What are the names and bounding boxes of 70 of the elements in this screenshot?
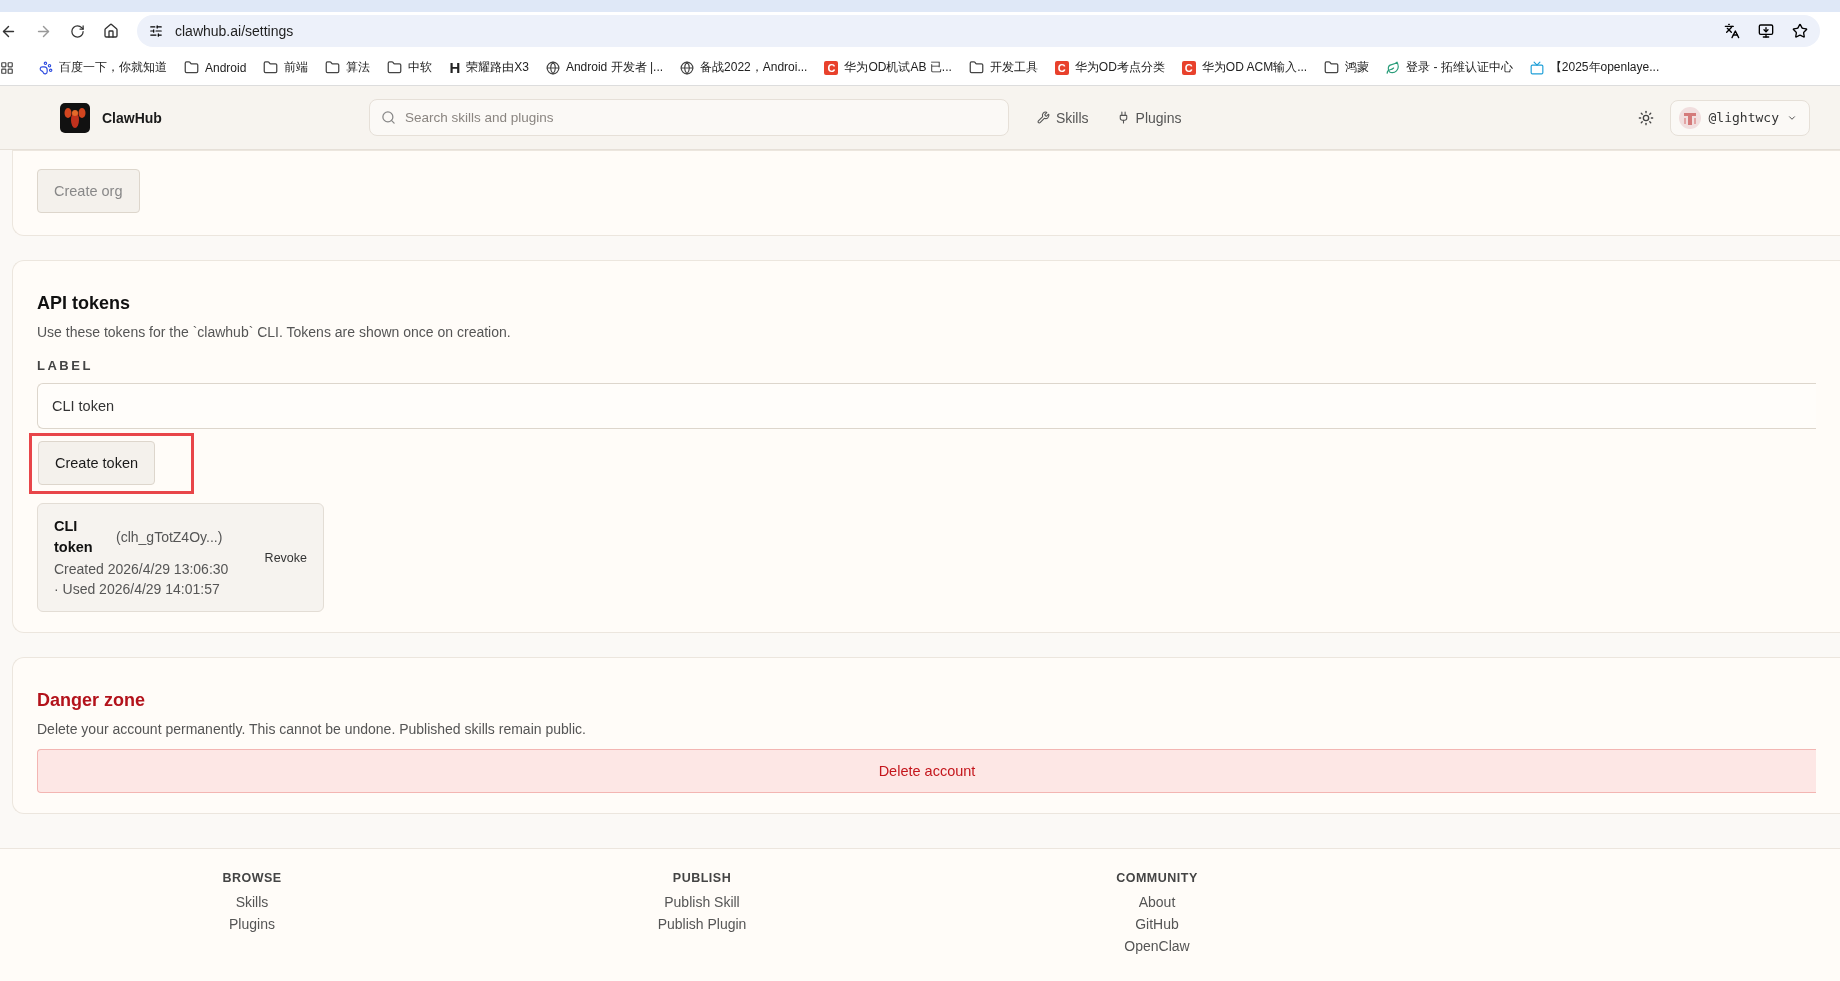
letter-logo-icon: C <box>1054 60 1069 75</box>
bookmark-star-icon[interactable] <box>1792 23 1808 39</box>
folder-icon <box>184 60 199 75</box>
brand-name[interactable]: ClawHub <box>102 109 162 126</box>
globe-icon <box>680 60 695 75</box>
letter-icon: H <box>449 59 461 76</box>
address-bar[interactable]: clawhub.ai/settings <box>137 15 1820 47</box>
avatar-icon <box>1678 106 1701 129</box>
bookmark-item[interactable]: 前端 <box>263 59 309 76</box>
section-description: Use these tokens for the `clawhub` CLI. Tokens are shown once on creation. <box>37 324 511 340</box>
tv-icon <box>1529 60 1544 75</box>
folder-icon <box>387 60 403 75</box>
token-name: CLI token <box>54 517 94 557</box>
bookmark-item[interactable]: Android <box>184 60 247 75</box>
label-input-field[interactable]: CLI token <box>37 383 1816 429</box>
search-field[interactable]: Search skills and plugins <box>368 99 1009 136</box>
bookmark-item[interactable]: Android 开发者 |... <box>545 59 664 76</box>
footer-link[interactable]: GitHub <box>1135 916 1179 932</box>
search-icon <box>380 110 396 125</box>
folder-icon <box>263 60 279 75</box>
leaf-icon <box>1386 60 1401 75</box>
lobster-logo-icon[interactable] <box>60 102 90 133</box>
field-label: LABEL <box>37 358 93 373</box>
delete-account-button[interactable]: Delete account <box>37 749 1816 793</box>
bookmark-item[interactable]: 【2025年openlaye... <box>1529 59 1660 76</box>
footer-link[interactable]: Publish Plugin <box>657 916 747 932</box>
footer-link[interactable]: Plugins <box>229 916 275 932</box>
footer-heading: COMMUNITY <box>1116 871 1198 885</box>
bookmark-item[interactable]: 中软 <box>387 59 433 76</box>
footer-link[interactable]: Skills <box>235 894 269 910</box>
wrench-icon <box>1036 111 1050 124</box>
bookmark-item[interactable]: 备战2022，Androi... <box>680 59 808 76</box>
token-prefix: (clh_gTotZ4Oy...) <box>116 529 223 545</box>
bookmark-item[interactable]: C 华为OD机试AB 已... <box>824 59 952 76</box>
footer-link[interactable]: OpenClaw <box>1124 938 1190 954</box>
bookmark-item[interactable]: 开发工具 <box>968 59 1038 76</box>
letter-logo-icon: C <box>1181 60 1196 75</box>
folder-icon <box>1324 60 1340 75</box>
create-token-button[interactable]: Create token <box>38 441 156 485</box>
danger-title: Danger zone <box>37 690 146 711</box>
bookmark-item[interactable]: C 华为OD ACM输入... <box>1181 59 1308 76</box>
bookmark-item[interactable]: 百度一下，你就知道 <box>39 59 167 76</box>
home-icon[interactable] <box>103 23 119 39</box>
footer-heading: BROWSE <box>222 871 282 885</box>
globe-icon <box>545 60 560 75</box>
site-settings-icon[interactable] <box>149 24 163 38</box>
bookmark-item[interactable]: 算法 <box>325 59 371 76</box>
theme-toggle-icon[interactable] <box>1637 109 1654 126</box>
nav-link[interactable]: Plugins <box>1116 109 1182 126</box>
apps-icon[interactable] <box>0 60 14 75</box>
revoke-button[interactable]: Revoke <box>264 550 307 565</box>
footer-heading: PUBLISH <box>672 871 732 885</box>
translate-icon[interactable] <box>1724 23 1740 39</box>
folder-icon <box>325 60 341 75</box>
install-icon[interactable] <box>1758 23 1774 39</box>
danger-description: Delete your account permanently. This cannot be undone. Published skills remain public. <box>37 721 586 737</box>
user-menu-button[interactable]: @lightwcy <box>1669 99 1810 136</box>
bookmark-item[interactable]: H 荣耀路由X3 <box>449 59 529 76</box>
paw-icon <box>39 60 53 75</box>
footer-link[interactable]: Publish Skill <box>664 894 740 910</box>
token-dates: Created 2026/4/29 13:06:30 · Used 2026/4/29 14:01:57 <box>54 560 229 599</box>
footer-link[interactable]: About <box>1138 894 1176 910</box>
bookmark-item[interactable]: 鸿蒙 <box>1324 59 1370 76</box>
section-title: API tokens <box>37 293 131 314</box>
bookmark-item[interactable]: 登录 - 拓维认证中心 <box>1386 59 1513 76</box>
reload-icon[interactable] <box>70 23 85 39</box>
nav-link[interactable]: Skills <box>1036 109 1089 126</box>
folder-icon <box>968 60 984 75</box>
letter-logo-icon: C <box>824 60 839 75</box>
bookmark-item[interactable]: C 华为OD考点分类 <box>1054 59 1165 76</box>
